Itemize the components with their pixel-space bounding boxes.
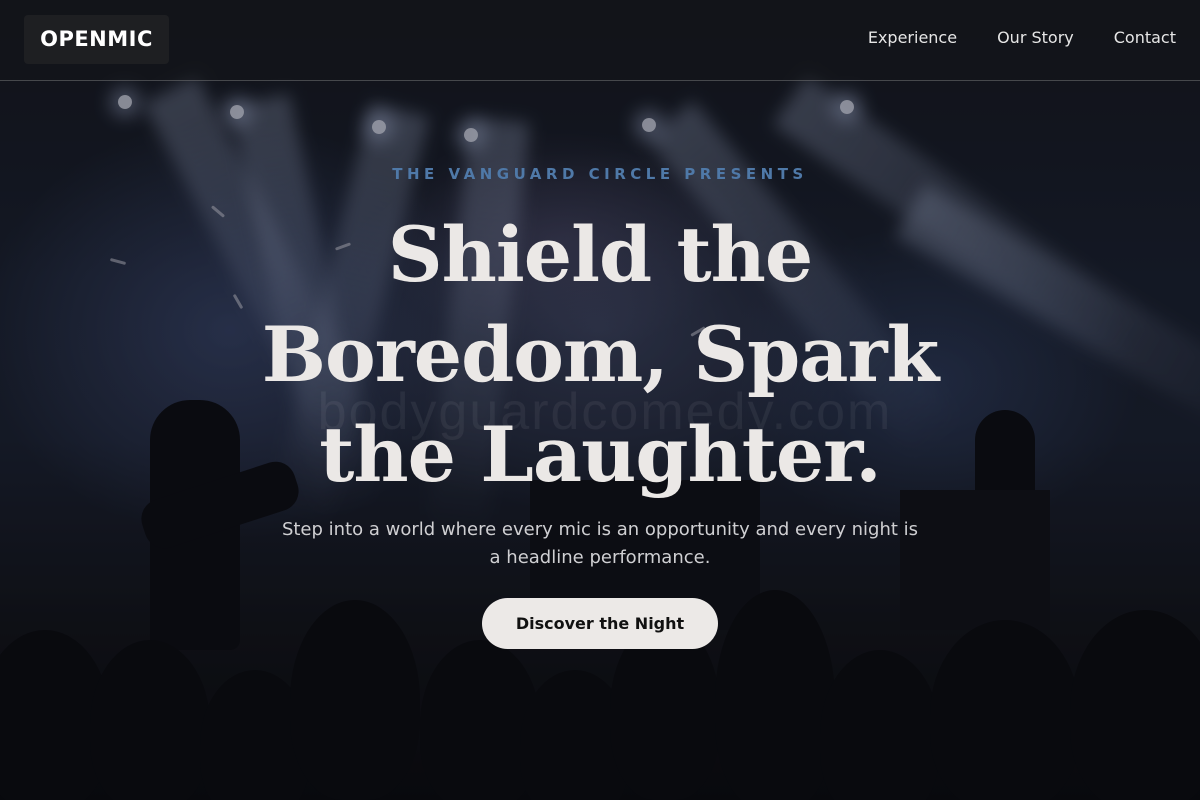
hero-headline-line-2: Boredom, Spark	[261, 310, 939, 399]
hero-subtext: Step into a world where every mic is an …	[281, 519, 919, 568]
hero-headline-line-1: Shield the	[387, 210, 814, 299]
discover-the-night-button[interactable]: Discover the Night	[482, 598, 718, 649]
hero-headline: Shield the Boredom, Spark the Laughter.	[200, 205, 1000, 505]
hero-section: bodyguardcomedy.com OPENMIC Experience O…	[0, 0, 1200, 800]
nav-link-contact[interactable]: Contact	[1114, 28, 1176, 47]
nav-link-experience[interactable]: Experience	[868, 28, 957, 47]
hero-headline-line-3: the Laughter.	[319, 410, 881, 499]
top-navigation: OPENMIC Experience Our Story Contact	[0, 0, 1200, 81]
hero-eyebrow: THE VANGUARD CIRCLE PRESENTS	[392, 165, 808, 183]
nav-links: Experience Our Story Contact	[868, 28, 1176, 47]
nav-link-our-story[interactable]: Our Story	[997, 28, 1074, 47]
logo[interactable]: OPENMIC	[24, 15, 169, 64]
